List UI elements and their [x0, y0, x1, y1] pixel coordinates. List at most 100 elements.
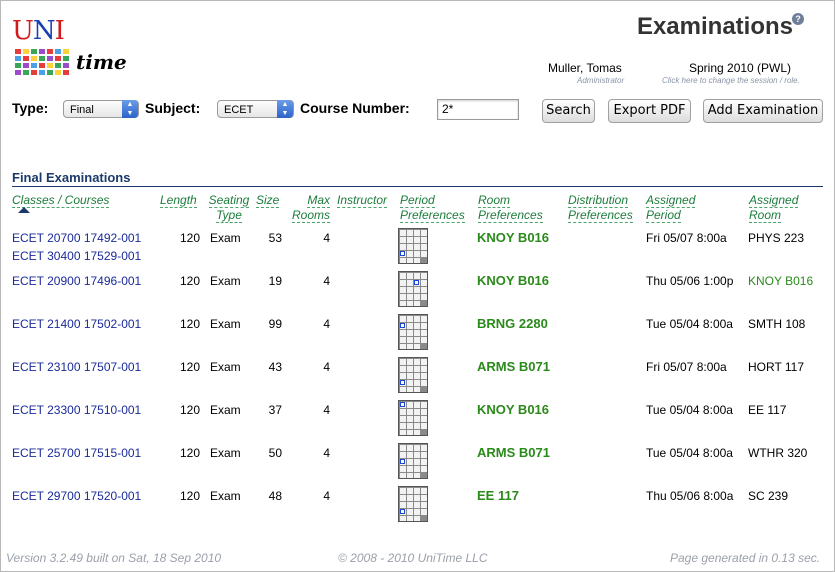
grid-corner — [421, 343, 427, 349]
grid-corner — [421, 472, 427, 478]
period-preferences-grid — [398, 486, 428, 522]
col-seating-type[interactable]: Seating Type — [206, 193, 252, 223]
max-rooms-value: 4 — [323, 274, 330, 288]
col-period-preferences[interactable]: Period Preferences — [400, 193, 465, 223]
course-number-label: Course Number: — [300, 100, 410, 116]
class-course-link[interactable]: ECET 30400 17529-001 — [12, 249, 141, 263]
user-name[interactable]: Muller, Tomas — [548, 61, 622, 75]
sort-ascending-icon — [18, 207, 30, 213]
col-classes-courses[interactable]: Classes / Courses — [12, 193, 110, 208]
class-course-link[interactable]: ECET 21400 17502-001 — [12, 317, 141, 331]
period-preference-mark — [400, 459, 405, 464]
room-preference-value: BRNG 2280 — [477, 316, 548, 331]
grid-corner — [421, 300, 427, 306]
size-value: 53 — [268, 231, 282, 245]
room-preference-value: KNOY B016 — [477, 273, 550, 288]
col-instructor[interactable]: Instructor — [337, 193, 388, 208]
room-preference-value: KNOY B016 — [477, 230, 550, 245]
assigned-room-value: WTHR 320 — [748, 446, 808, 460]
assigned-period-value: Fri 05/07 8:00a — [646, 360, 727, 374]
seating-type-value: Exam — [210, 489, 241, 503]
length-value: 120 — [179, 403, 200, 417]
assigned-room-value: SMTH 108 — [748, 317, 806, 331]
assigned-room-value: PHYS 223 — [748, 231, 805, 245]
max-rooms-value: 4 — [323, 317, 330, 331]
period-preference-mark — [400, 323, 405, 328]
type-select[interactable]: Final ▲ ▼ — [63, 100, 139, 118]
size-value: 19 — [268, 274, 282, 288]
length-value: 120 — [179, 274, 200, 288]
course-number-input[interactable]: 2* — [437, 99, 519, 120]
select-arrows-icon: ▲ ▼ — [122, 100, 138, 118]
size-value: 48 — [268, 489, 282, 503]
session-hint[interactable]: Click here to change the session / role. — [662, 76, 800, 85]
footer-copyright: © 2008 - 2010 UniTime LLC — [338, 551, 488, 565]
logo-uni-text: UNI — [12, 16, 65, 46]
length-value: 120 — [179, 317, 200, 331]
period-preference-mark — [400, 509, 405, 514]
length-value: 120 — [179, 231, 200, 245]
section-divider — [12, 186, 823, 187]
period-preferences-grid — [398, 357, 428, 393]
size-value: 37 — [268, 403, 282, 417]
length-value: 120 — [179, 489, 200, 503]
session-name[interactable]: Spring 2010 (PWL) — [689, 61, 791, 75]
subject-select-value: ECET — [224, 104, 254, 116]
assigned-period-value: Tue 05/04 8:00a — [646, 446, 733, 460]
footer-version: Version 3.2.49 built on Sat, 18 Sep 2010 — [6, 551, 222, 565]
user-role[interactable]: Administrator — [577, 76, 624, 85]
period-preference-mark — [400, 251, 405, 256]
period-preferences-grid — [398, 271, 428, 307]
search-button[interactable]: Search — [542, 99, 595, 123]
footer-generated: Page generated in 0.13 sec. — [670, 551, 821, 565]
col-distribution-preferences[interactable]: Distribution Preferences — [568, 193, 633, 223]
export-pdf-button[interactable]: Export PDF — [608, 99, 691, 123]
max-rooms-value: 4 — [323, 403, 330, 417]
room-preference-value: KNOY B016 — [477, 402, 550, 417]
class-course-link[interactable]: ECET 20700 17492-001 — [12, 231, 141, 245]
assigned-period-value: Thu 05/06 8:00a — [646, 489, 734, 503]
assigned-room-value: HORT 117 — [748, 360, 805, 374]
logo-grid-icon — [14, 48, 70, 76]
col-size[interactable]: Size — [256, 193, 280, 208]
col-length[interactable]: Length — [160, 193, 197, 208]
page-title: Examinations — [636, 13, 793, 40]
type-label: Type: — [12, 100, 49, 116]
length-value: 120 — [179, 446, 200, 460]
seating-type-value: Exam — [210, 403, 241, 417]
add-examination-button[interactable]: Add Examination — [703, 99, 823, 123]
max-rooms-value: 4 — [323, 360, 330, 374]
class-course-link[interactable]: ECET 23300 17510-001 — [12, 403, 141, 417]
col-max-rooms[interactable]: Max Rooms — [288, 193, 330, 223]
class-course-link[interactable]: ECET 29700 17520-001 — [12, 489, 141, 503]
length-value: 120 — [179, 360, 200, 374]
assigned-room-value: EE 117 — [748, 403, 787, 417]
assigned-period-value: Tue 05/04 8:00a — [646, 403, 733, 417]
assigned-period-value: Fri 05/07 8:00a — [646, 231, 727, 245]
subject-label: Subject: — [145, 100, 201, 116]
grid-corner — [421, 515, 427, 521]
period-preferences-grid — [398, 443, 428, 479]
seating-type-value: Exam — [210, 274, 241, 288]
class-course-link[interactable]: ECET 25700 17515-001 — [12, 446, 141, 460]
seating-type-value: Exam — [210, 446, 241, 460]
room-preference-value: EE 117 — [477, 488, 519, 503]
seating-type-value: Exam — [210, 231, 241, 245]
subject-select[interactable]: ECET ▲ ▼ — [217, 100, 294, 118]
class-course-link[interactable]: ECET 20900 17496-001 — [12, 274, 141, 288]
help-icon[interactable]: ? — [792, 13, 804, 25]
seating-type-value: Exam — [210, 360, 241, 374]
grid-corner — [421, 257, 427, 263]
unitime-logo[interactable]: UNI time — [12, 16, 127, 84]
type-select-value: Final — [70, 104, 94, 116]
class-course-link[interactable]: ECET 23100 17507-001 — [12, 360, 141, 374]
period-preference-mark — [400, 380, 405, 385]
section-title: Final Examinations — [12, 170, 131, 185]
room-preference-value: ARMS B071 — [477, 445, 550, 460]
size-value: 50 — [268, 446, 282, 460]
col-room-preferences[interactable]: Room Preferences — [478, 193, 543, 223]
grid-corner — [421, 386, 427, 392]
col-assigned-room[interactable]: Assigned Room — [749, 193, 799, 223]
period-preferences-grid — [398, 228, 428, 264]
col-assigned-period[interactable]: Assigned Period — [646, 193, 696, 223]
